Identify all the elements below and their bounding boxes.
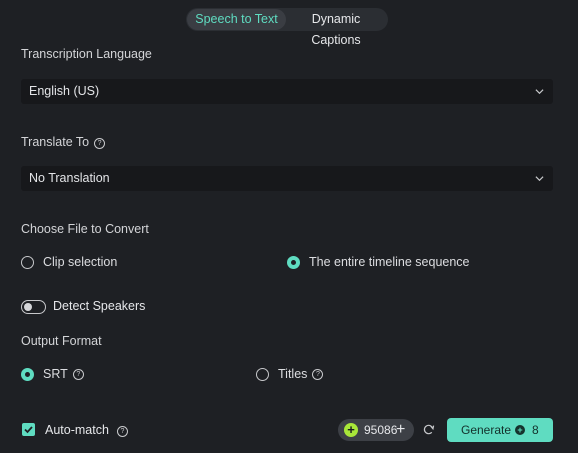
translate-to-select[interactable]: No Translation [21,166,553,191]
add-credits-icon[interactable]: + [396,419,405,440]
credit-icon: + [515,425,525,435]
translate-to-label-text: Translate To [21,135,90,149]
detect-speakers-label: Detect Speakers [53,299,146,313]
radio-srt-label: SRT [43,367,68,381]
checkmark-icon [24,426,33,434]
radio-entire-timeline-label: The entire timeline sequence [309,255,470,269]
choose-file-label: Choose File to Convert [21,222,149,236]
chevron-down-icon [535,176,544,182]
generate-button[interactable]: Generate + 8 [447,418,553,442]
radio-button[interactable] [256,367,269,381]
radio-entire-timeline[interactable]: The entire timeline sequence [287,255,470,269]
radio-titles-label: Titles [278,367,308,381]
translate-to-value: No Translation [29,171,110,185]
translate-to-label: Translate To? [21,135,106,149]
radio-button[interactable] [21,255,34,269]
tab-speech-to-text[interactable]: Speech to Text [187,9,286,30]
generate-button-label: Generate [461,423,512,437]
help-icon[interactable]: ? [312,368,324,380]
generate-cost: 8 [532,423,539,437]
credits-pill[interactable]: + 95086 + [338,419,414,441]
transcription-language-select[interactable]: English (US) [21,79,553,104]
output-format-label: Output Format [21,334,102,348]
chevron-down-icon [535,89,544,95]
auto-match-checkbox[interactable] [22,423,35,436]
transcription-language-label: Transcription Language [21,47,152,61]
help-icon[interactable]: ? [72,368,84,380]
tab-dynamic-captions[interactable]: Dynamic Captions [286,9,386,47]
auto-match-label-text: Auto-match [45,423,109,437]
refresh-icon[interactable] [422,423,435,436]
radio-clip-selection[interactable]: Clip selection [21,255,117,269]
radio-clip-selection-label: Clip selection [43,255,118,269]
mode-tabs: Speech to Text Dynamic Captions [186,8,388,47]
auto-match-label: Auto-match? [45,423,128,437]
help-icon[interactable]: ? [94,138,106,149]
credit-icon: + [344,423,358,437]
radio-button[interactable] [287,255,300,269]
radio-titles[interactable]: Titles? [256,367,324,381]
credits-value: 95086 [364,423,398,437]
detect-speakers-toggle[interactable] [21,300,46,314]
transcription-language-value: English (US) [29,84,100,98]
help-icon[interactable]: ? [116,426,128,437]
radio-srt[interactable]: SRT? [21,367,84,381]
radio-button[interactable] [21,367,34,381]
toggle-knob [24,303,32,311]
